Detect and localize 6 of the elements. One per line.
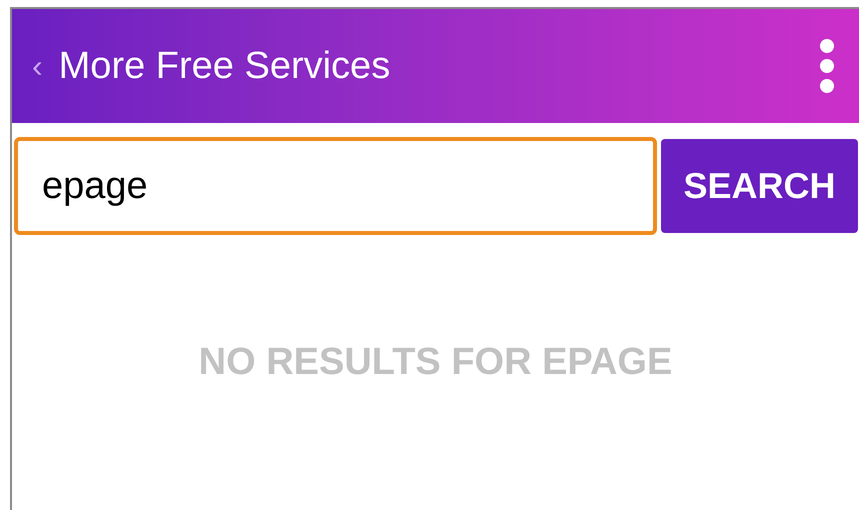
search-button[interactable]: SEARCH bbox=[661, 139, 858, 233]
empty-message: NO RESULTS FOR EPAGE bbox=[198, 340, 672, 385]
more-icon[interactable] bbox=[819, 38, 835, 94]
back-button[interactable]: ‹ bbox=[32, 50, 43, 82]
page-title: More Free Services bbox=[58, 44, 390, 88]
search-field[interactable]: epage bbox=[14, 137, 657, 235]
